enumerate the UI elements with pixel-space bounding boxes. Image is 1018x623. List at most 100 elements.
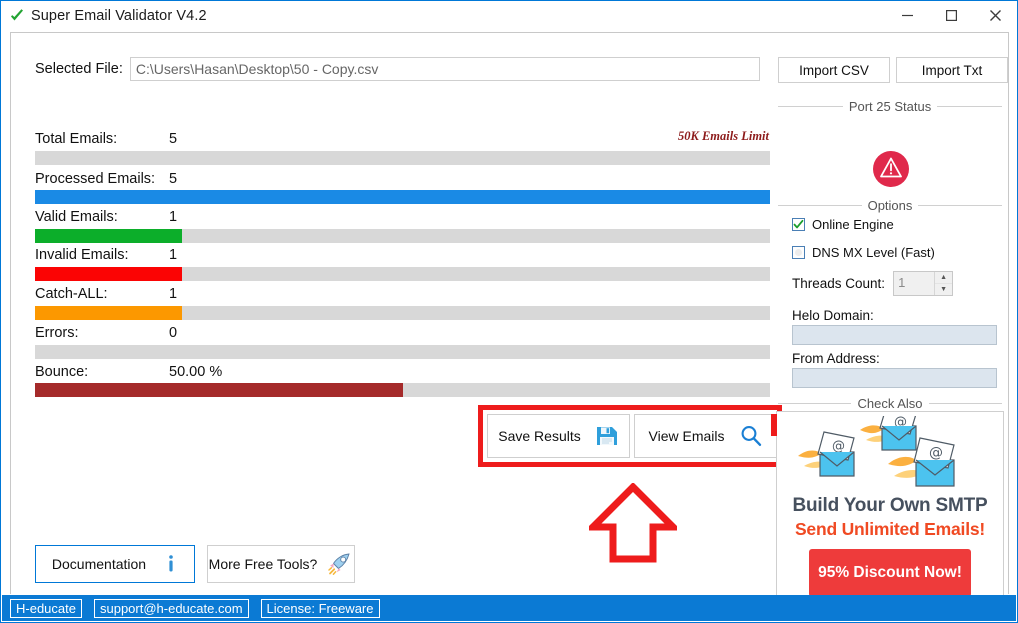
annotation-edge-marker (771, 414, 777, 436)
info-icon (169, 555, 173, 572)
status-email[interactable]: support@h-educate.com (93, 598, 249, 618)
client-area: Selected File: C:\Users\Hasan\Desktop\50… (10, 32, 1009, 613)
progress-fill-catch-all (35, 306, 182, 320)
status-license: License: Freeware (260, 598, 380, 618)
up-arrow-annotation (589, 483, 677, 563)
rocket-icon (328, 553, 350, 575)
progress-fill-valid-emails (35, 229, 182, 243)
left-panel: Selected File: C:\Users\Hasan\Desktop\50… (11, 33, 782, 594)
stat-value-processed-emails: 5 (169, 171, 178, 187)
stat-value-valid-emails: 1 (169, 209, 178, 225)
stat-value-errors: 0 (169, 325, 178, 341)
import-buttons-row: Import CSV Import Txt (778, 57, 1008, 83)
from-address-input[interactable] (792, 368, 997, 388)
group-divider-left (778, 106, 843, 107)
status-bar: H-educate support@h-educate.com License:… (2, 595, 1016, 621)
progress-bar-errors (35, 345, 770, 359)
progress-bar-invalid-emails (35, 267, 770, 281)
smtp-advertisement[interactable]: @ @ @ Build Your Own SMTP Send Unlimited… (771, 407, 1004, 613)
flying-envelopes-icon: @ @ @ (798, 407, 955, 487)
left-margin-spacer (1, 32, 10, 594)
helo-domain-input[interactable] (792, 325, 997, 345)
online-engine-label: Online Engine (812, 217, 894, 232)
threads-count-value: 1 (898, 275, 906, 290)
check-also-divider-right (928, 403, 1003, 404)
progress-bar-catch-all (35, 306, 770, 320)
status-brand[interactable]: H-educate (10, 598, 82, 618)
bottom-buttons-row: Documentation More Free Tools? (35, 545, 355, 583)
port-status-group-label: Port 25 Status (848, 99, 932, 114)
stat-value-invalid-emails: 1 (169, 247, 178, 263)
minimize-button[interactable] (885, 1, 929, 30)
stat-value-bounce: 50.00 % (169, 364, 223, 380)
from-address-label: From Address: (792, 351, 880, 366)
floppy-disk-icon (596, 427, 617, 445)
ad-subtitle: Send Unlimited Emails! (794, 519, 986, 539)
stepper-arrows: ▲ ▼ (934, 272, 953, 295)
stat-value-catch-all: 1 (169, 286, 178, 302)
check-also-group-label: Check Also (857, 396, 923, 411)
check-also-group-header: Check Also (778, 396, 1003, 411)
emails-limit-note: 50K Emails Limit (678, 129, 769, 143)
import-txt-button[interactable]: Import Txt (896, 57, 1008, 83)
stepper-down-icon[interactable]: ▼ (935, 284, 952, 295)
group-divider-right (937, 106, 1003, 107)
options-group-header: Options (778, 198, 1002, 213)
dns-mx-label: DNS MX Level (Fast) (812, 245, 935, 260)
save-results-button[interactable]: Save Results (487, 414, 630, 458)
online-engine-checkbox[interactable] (792, 218, 805, 231)
check-also-divider-left (778, 403, 852, 404)
view-emails-label: View Emails (648, 428, 725, 444)
online-engine-option[interactable]: Online Engine (792, 217, 894, 232)
svg-text:@: @ (832, 439, 845, 454)
helo-domain-label: Helo Domain: (792, 308, 874, 323)
view-emails-button[interactable]: View Emails (634, 414, 777, 458)
stat-label-catch-all: Catch-ALL: (35, 286, 108, 302)
stat-label-processed-emails: Processed Emails: (35, 171, 156, 187)
progress-bar-total-emails (35, 151, 770, 165)
options-divider-left (778, 205, 862, 206)
stat-label-bounce: Bounce: (35, 364, 89, 380)
ad-cta-button[interactable]: 95% Discount Now! (809, 549, 971, 597)
selected-file-input[interactable]: C:\Users\Hasan\Desktop\50 - Copy.csv (129, 57, 760, 81)
documentation-button[interactable]: Documentation (35, 545, 195, 583)
stepper-up-icon[interactable]: ▲ (935, 272, 953, 284)
window-controls (885, 1, 1017, 30)
selected-file-label: Selected File: (35, 61, 123, 77)
more-free-tools-label: More Free Tools? (208, 556, 318, 572)
progress-bar-valid-emails (35, 229, 770, 243)
more-free-tools-button[interactable]: More Free Tools? (207, 545, 355, 583)
stat-label-errors: Errors: (35, 325, 79, 341)
progress-fill-bounce (35, 383, 403, 397)
selected-file-row: Selected File: C:\Users\Hasan\Desktop\50… (35, 57, 760, 81)
options-group-label: Options (867, 198, 913, 213)
save-results-label: Save Results (498, 428, 581, 444)
action-buttons-row: Save Results View Emails (487, 414, 777, 458)
port-status-group-header: Port 25 Status (778, 99, 1003, 114)
threads-count-label: Threads Count: (792, 276, 886, 291)
check-icon (793, 219, 804, 229)
close-button[interactable] (973, 1, 1017, 30)
documentation-label: Documentation (51, 556, 147, 572)
app-window: Super Email Validator V4.2 Selected File… (0, 0, 1018, 623)
dns-mx-checkbox[interactable] (792, 246, 805, 259)
options-divider-right (918, 205, 1002, 206)
stat-label-valid-emails: Valid Emails: (35, 209, 118, 225)
stat-label-total-emails: Total Emails: (35, 131, 118, 147)
ad-title: Build Your Own SMTP (792, 495, 988, 516)
threads-count-row: Threads Count: 1 ▲ ▼ (792, 271, 954, 296)
maximize-button[interactable] (929, 1, 973, 30)
window-title: Super Email Validator V4.2 (31, 7, 207, 24)
green-check-icon (11, 8, 23, 20)
threads-count-stepper[interactable]: 1 ▲ ▼ (893, 271, 954, 296)
import-csv-button[interactable]: Import CSV (778, 57, 890, 83)
title-bar: Super Email Validator V4.2 (1, 1, 1017, 30)
dns-mx-option[interactable]: DNS MX Level (Fast) (792, 245, 935, 260)
warning-circle-icon (873, 151, 909, 187)
stat-label-invalid-emails: Invalid Emails: (35, 247, 129, 263)
stat-value-total-emails: 5 (169, 131, 178, 147)
progress-bar-bounce (35, 383, 770, 397)
right-panel: Import CSV Import Txt Port 25 Status Opt… (771, 33, 1008, 613)
progress-fill-processed-emails (35, 190, 770, 204)
svg-text:@: @ (929, 445, 943, 461)
